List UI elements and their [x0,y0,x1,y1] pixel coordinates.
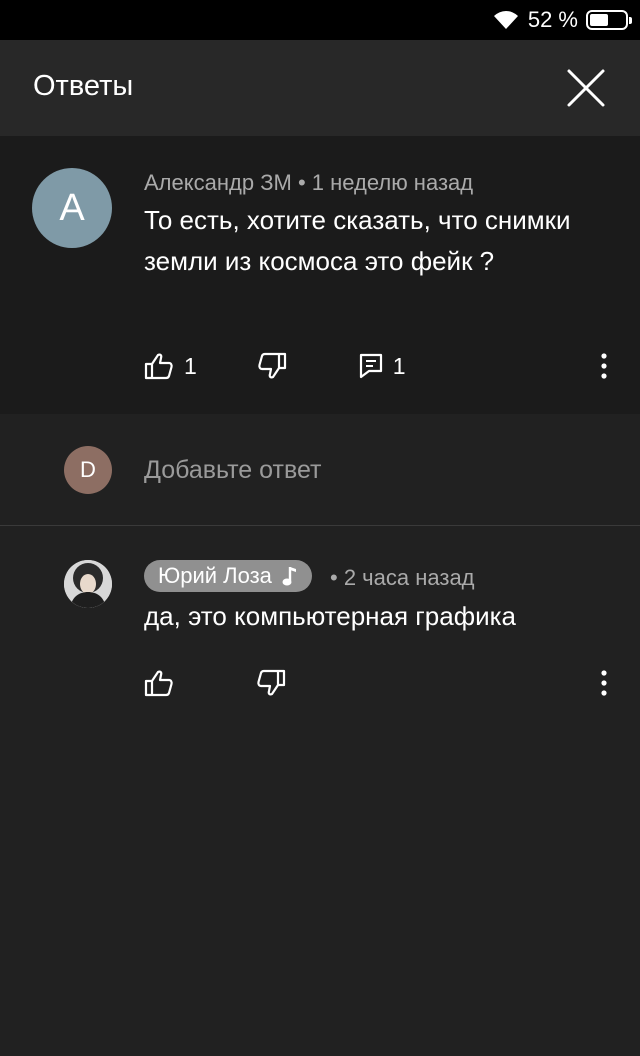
reply-text: да, это компьютерная графика [144,601,517,631]
comment-time: 1 неделю назад [311,170,474,195]
user-avatar: D [64,446,112,494]
avatar[interactable]: A [32,168,112,248]
comment-author[interactable]: Александр ЗМ [144,170,292,195]
reply-comment: Юрий Лоза • 2 часа назад да, это компьют… [0,527,640,727]
battery-icon [586,10,632,30]
comment-more-button[interactable] [592,346,616,386]
more-vert-icon [601,670,607,696]
replies-header: Ответы [0,40,640,136]
comment-icon [359,353,382,379]
wifi-icon [493,11,518,29]
like-button[interactable] [144,669,174,697]
reply-author: Юрий Лоза [158,563,272,588]
like-button[interactable]: 1 [144,352,197,380]
reply-actions [144,663,286,703]
dislike-button[interactable] [257,352,287,380]
comment-text: То есть, хотите сказать, что снимки земл… [144,205,571,276]
thumbs-down-icon [257,669,286,696]
status-bar: 52 % [0,0,640,40]
author-chip[interactable]: Юрий Лоза [144,560,312,592]
reply-count: 1 [392,352,406,379]
parent-comment: A Александр ЗМ • 1 неделю назад То есть,… [0,136,640,414]
meta-separator: • [330,565,338,590]
reply-more-button[interactable] [592,663,616,703]
reply-input[interactable]: Добавьте ответ [144,456,321,485]
close-icon [567,69,605,107]
more-vert-icon [601,353,607,379]
battery-percent: 52 % [527,7,578,32]
profile-photo [64,560,112,608]
comment-meta: Александр ЗМ • 1 неделю назад [144,170,473,196]
comment-actions: 1 1 [144,346,406,386]
music-note-icon [282,567,296,586]
thumbs-down-icon [258,352,286,379]
add-reply-row[interactable]: D Добавьте ответ [0,414,640,526]
page-title: Ответы [33,70,134,102]
thumbs-up-icon [144,670,173,697]
close-button[interactable] [562,64,610,112]
meta-separator: • [297,170,306,195]
dislike-button[interactable] [256,669,286,697]
battery-level [590,14,608,26]
replies-button[interactable]: 1 [359,353,406,380]
thumbs-up-icon [144,353,173,380]
status-indicators: 52 % [492,0,632,40]
reply-time: 2 часа назад [343,565,475,590]
like-count: 1 [184,352,197,379]
avatar[interactable] [64,560,112,608]
reply-meta: • 2 часа назад [330,565,475,591]
